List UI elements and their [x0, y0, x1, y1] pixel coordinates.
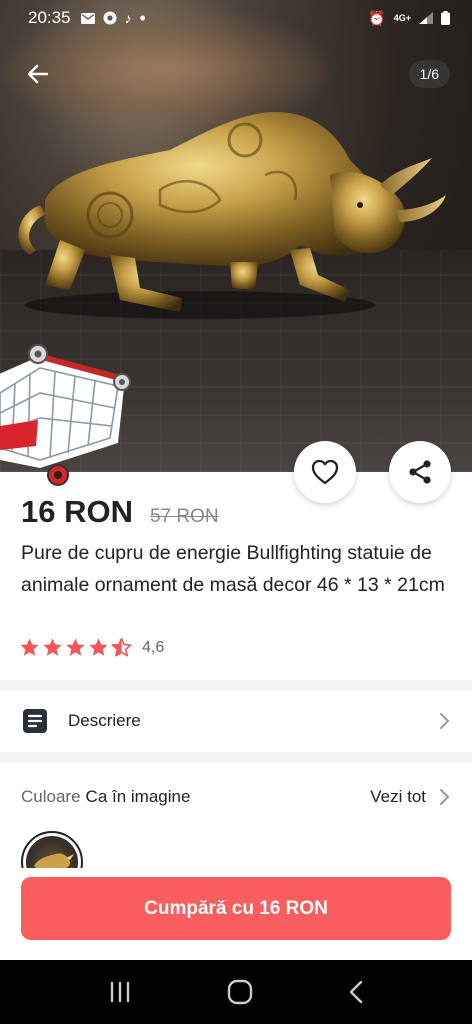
back-button[interactable]: [22, 58, 54, 90]
share-button[interactable]: [389, 441, 451, 503]
color-value: Ca în imagine: [85, 787, 191, 806]
document-icon: [23, 709, 47, 733]
star-full-icon: [43, 638, 62, 656]
product-title: Pure de cupru de energie Bullfighting st…: [21, 542, 445, 596]
system-nav-bar: [0, 960, 472, 1024]
status-system-icons: ⏰ 4G+: [368, 10, 450, 27]
price-row: 16 RON 57 RON: [21, 494, 219, 530]
tiktok-icon: ♪: [124, 10, 132, 26]
more-dot-icon: •: [139, 8, 146, 28]
network-type: 4G+: [393, 13, 411, 23]
color-row: Culoare Ca în imagine Vezi tot: [0, 782, 472, 812]
color-key: Culoare: [21, 787, 81, 806]
rating[interactable]: 4,6: [19, 637, 164, 658]
home-icon[interactable]: [227, 979, 253, 1005]
favorite-button[interactable]: [294, 441, 356, 503]
shopping-cart-icon[interactable]: [0, 338, 140, 493]
star-full-icon: [20, 638, 39, 656]
status-time: 20:35: [28, 8, 71, 27]
star-half-icon: [111, 637, 132, 657]
image-counter: 1/6: [408, 60, 450, 88]
see-all-link[interactable]: Vezi tot: [370, 787, 450, 807]
star-full-icon: [66, 638, 85, 656]
battery-icon: [441, 11, 450, 25]
recent-apps-icon[interactable]: [108, 981, 132, 1003]
share-icon: [409, 460, 431, 484]
status-bar: 20:35 ♪ • ⏰ 4G+: [0, 0, 472, 36]
arrow-left-icon: [27, 64, 49, 84]
star-full-icon: [89, 638, 108, 656]
chevron-right-icon: [440, 713, 450, 729]
signal-icon: [419, 12, 433, 24]
buy-button[interactable]: Cumpără cu 16 RON: [21, 877, 451, 940]
chevron-right-icon: [440, 789, 450, 805]
see-all-label: Vezi tot: [370, 787, 426, 806]
mail-icon: [80, 12, 95, 24]
description-label: Descriere: [68, 711, 141, 730]
current-price: 16 RON: [21, 494, 133, 529]
chrome-icon: [103, 11, 117, 25]
status-notification-icons: ♪ •: [80, 8, 146, 28]
original-price: 57 RON: [149, 506, 219, 527]
alarm-icon: ⏰: [368, 9, 386, 26]
rating-value: 4,6: [142, 638, 165, 656]
back-nav-icon[interactable]: [348, 980, 364, 1004]
buy-bar: Cumpără cu 16 RON: [0, 868, 472, 960]
heart-icon: [311, 459, 339, 485]
section-divider: [0, 752, 472, 762]
description-row[interactable]: Descriere: [0, 690, 472, 752]
section-divider: [0, 680, 472, 690]
